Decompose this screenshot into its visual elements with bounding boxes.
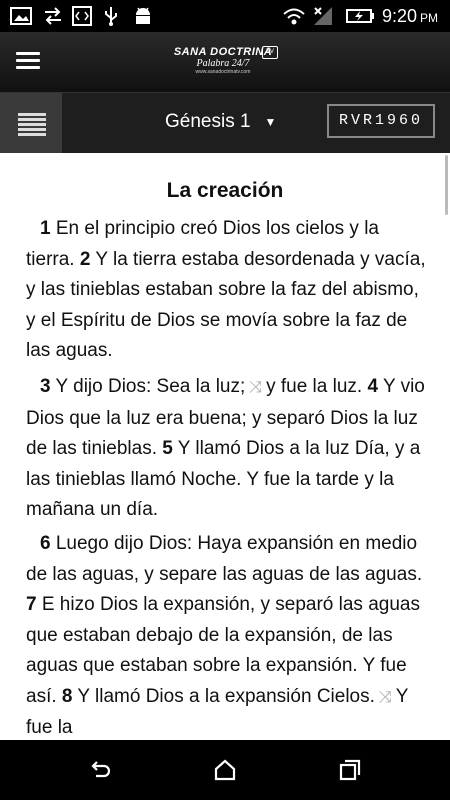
- verse-number: 7: [26, 594, 37, 615]
- app-bar: SANA DOCTRINA Palabra 24/7 www.sanadoctr…: [0, 32, 450, 92]
- system-nav-bar: [0, 740, 450, 800]
- verse-text: y fue la luz.: [266, 376, 368, 397]
- verse-number: 5: [162, 438, 173, 459]
- paragraph: 3 Y dijo Dios: Sea la luz; ⤨ y fue la luz.…: [26, 372, 426, 526]
- image-icon: [10, 6, 32, 26]
- battery-icon: [346, 6, 376, 26]
- verse-number: 4: [367, 376, 379, 397]
- book-chapter-select[interactable]: Génesis 1 ▼: [165, 111, 276, 133]
- verse-number: 2: [79, 248, 91, 270]
- code-icon: [72, 6, 92, 26]
- book-chapter-label: Génesis 1: [165, 111, 251, 132]
- verse-text: Y llamó Dios a la expansión Cielos.: [72, 685, 375, 707]
- chevron-down-icon: ▼: [264, 115, 277, 129]
- tv-icon: TV: [262, 46, 278, 59]
- version-button[interactable]: RVR1960: [327, 104, 435, 138]
- reader-toolbar: Génesis 1 ▼ RVR1960: [0, 92, 450, 153]
- usb-icon: [103, 6, 119, 26]
- back-icon[interactable]: [88, 758, 112, 782]
- status-bar: 9:20 PM: [0, 0, 450, 32]
- recents-icon[interactable]: [338, 758, 362, 782]
- verse-text: Luego dijo Dios: Haya expansión en medio…: [26, 533, 423, 585]
- app-logo: SANA DOCTRINA Palabra 24/7 www.sanadoctr…: [168, 46, 278, 82]
- status-time: 9:20 PM: [381, 6, 438, 26]
- passage-content[interactable]: La creación 1 En el principio creó Dios …: [0, 153, 450, 740]
- cross-reference-icon[interactable]: ⤨: [379, 689, 392, 706]
- home-icon[interactable]: [213, 758, 237, 782]
- wifi-icon: [282, 6, 306, 26]
- verse-number: 8: [61, 685, 73, 707]
- paragraph: 6 Luego dijo Dios: Haya expansión en med…: [26, 529, 426, 740]
- android-icon: [133, 6, 153, 26]
- verse-number: 1: [40, 218, 51, 239]
- sync-arrows-icon: [42, 6, 64, 26]
- paragraph: 1 En el principio creó Dios los cielos y…: [26, 214, 426, 367]
- chapter-list-button[interactable]: [0, 93, 62, 153]
- verse-number: 3: [40, 376, 51, 397]
- menu-icon[interactable]: [16, 52, 40, 70]
- cross-reference-icon[interactable]: ⤨: [249, 379, 262, 396]
- section-heading: La creación: [166, 179, 284, 202]
- verse-number: 6: [40, 533, 51, 554]
- verse-text: Y dijo Dios: Sea la luz;: [50, 376, 246, 397]
- signal-icon: [312, 6, 334, 26]
